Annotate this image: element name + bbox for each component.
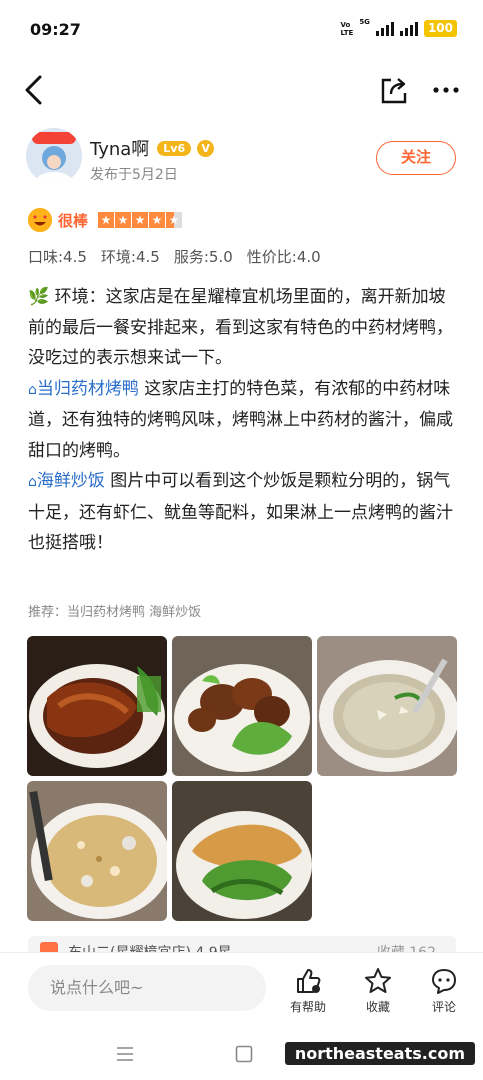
author-row: Tyna啊 Lv6 V 发布于5月2日 关注 [26,128,456,188]
photo-fried-chicken[interactable] [172,636,312,776]
fried-chicken-image [172,636,312,776]
helpful-label: 有帮助 [289,1000,326,1014]
more-button[interactable] [428,72,464,108]
thumbs-up-icon [297,969,321,993]
review-paragraph-dish1: ⌂当归药材烤鸭 这家店主打的特色菜，有浓郁的中药材味道，还有独特的烤鸭风味，烤鸭… [28,378,453,461]
dish-tag-icon: ⌂ [28,474,37,490]
half-star-icon: ★ [166,212,183,228]
comment-button[interactable]: 评论 [416,967,472,1015]
review-body: 🌿 环境：这家店是在星耀樟宜机场里面的，离开新加坡前的最后一餐安排起来，看到这家… [28,282,458,559]
level-badge: Lv6 [157,140,192,156]
photo-soup[interactable] [317,636,457,776]
star-icon: ★ [132,212,149,228]
photo-roast-duck[interactable] [27,636,167,776]
comment-bubble-icon [432,969,456,994]
dish-link-rice[interactable]: 海鲜炒饭 [37,471,105,491]
avatar-image [26,128,82,184]
star-icon: ★ [98,212,115,228]
taste-score: 口味:4.5 [28,248,87,266]
review-paragraph-environment: 🌿 环境：这家店是在星耀樟宜机场里面的，离开新加坡前的最后一餐安排起来，看到这家… [28,287,453,368]
star-icon: ★ [149,212,166,228]
share-icon [381,78,407,104]
home-button[interactable] [230,1040,258,1068]
recommended-dishes: 推荐：当归药材烤鸭 海鲜炒饭 [28,605,202,620]
share-button[interactable] [376,72,412,108]
environment-score: 环境:4.5 [100,248,160,266]
helpful-button[interactable]: 有帮助 [280,967,336,1015]
rating-row: 很棒 ★ ★ ★ ★ ★ [28,206,183,234]
sub-scores: 口味:4.5 环境:4.5 服务:5.0 性价比:4.0 [28,246,321,267]
comment-input[interactable]: 说点什么吧~ [28,965,266,1011]
value-score: 性价比:4.0 [246,248,321,266]
dish-link-duck[interactable]: 当归药材烤鸭 [37,379,139,399]
service-score: 服务:5.0 [173,248,233,266]
star-outline-icon [365,968,391,993]
leaf-icon: 🌿 [28,287,50,307]
roast-duck-image [27,636,167,776]
photo-seafood-fried-rice[interactable] [27,781,167,921]
watermark: northeasteats.com [284,1042,475,1065]
back-button[interactable] [16,72,52,108]
comment-label: 评论 [431,1000,456,1014]
battery-indicator: 100 [423,20,457,37]
signal-icon-2 [399,21,418,36]
follow-button[interactable]: 关注 [376,141,456,175]
recents-button[interactable] [111,1040,139,1068]
star-rating: ★ ★ ★ ★ ★ [98,212,183,228]
collect-button[interactable]: 收藏 [350,967,406,1015]
status-time: 09:27 [30,20,81,39]
photo-crispy-vegetables[interactable] [172,781,312,921]
top-nav [0,60,483,120]
star-icon: ★ [115,212,132,228]
avatar[interactable] [26,128,82,184]
verified-badge: V [197,139,215,157]
network-label: 5G [359,17,370,26]
status-bar: 09:27 Vo LTE 5G 100 [0,0,483,60]
bottom-action-bar: 说点什么吧~ 有帮助 收藏 评论 [0,952,483,1028]
author-name-row: Tyna啊 Lv6 V [90,135,215,161]
collect-label: 收藏 [365,1000,390,1014]
fried-rice-image [27,781,167,921]
menu-lines-icon [117,1047,133,1061]
post-date: 发布于5月2日 [90,167,178,183]
signal-icon [375,21,394,36]
crispy-vegetables-image [172,781,312,921]
dish-tag-icon: ⌂ [28,381,37,398]
soup-image [317,636,457,776]
heart-eyes-emoji-icon [28,208,52,232]
volte-indicator: Vo LTE [340,20,354,37]
author-name[interactable]: Tyna啊 [90,135,149,161]
rating-label: 很棒 [58,211,89,230]
status-icons: Vo LTE 5G 100 [340,17,457,37]
home-square-icon [235,1045,253,1063]
back-arrow-icon [25,75,42,105]
more-dots-icon [433,87,459,93]
review-paragraph-dish2: ⌂海鲜炒饭 图片中可以看到这个炒饭是颗粒分明的，锅气十足，还有虾仁、鱿鱼等配料，… [28,471,453,553]
